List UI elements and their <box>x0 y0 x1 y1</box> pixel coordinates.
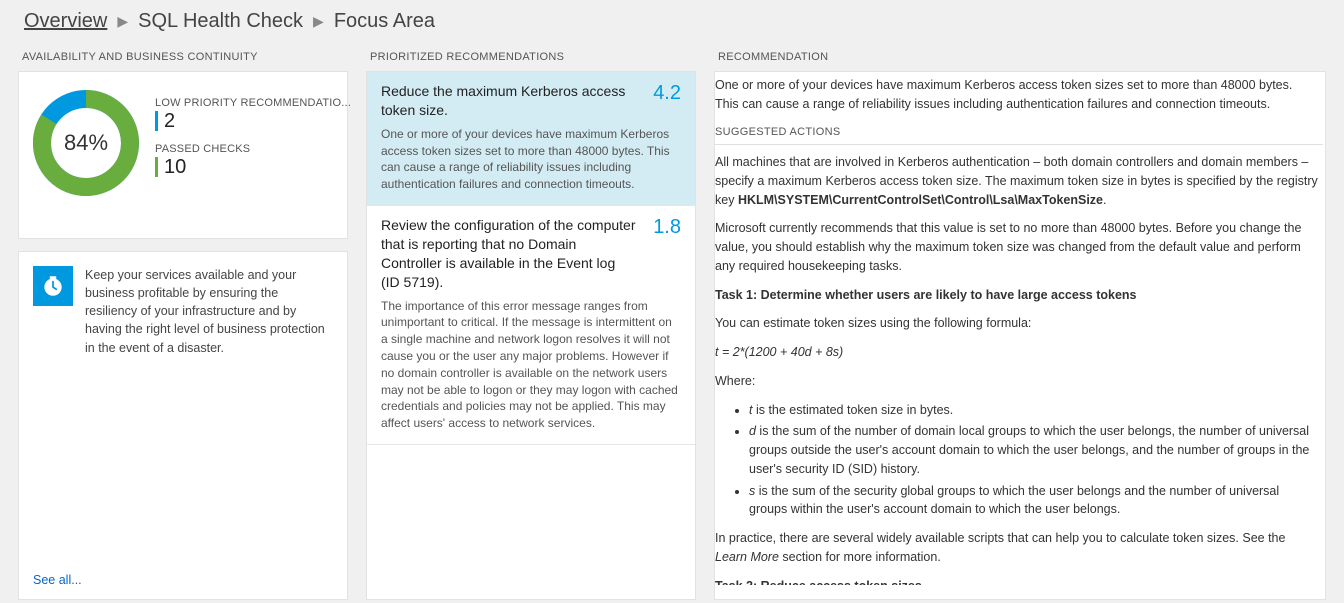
breadcrumb-focus-area: Focus Area <box>334 10 435 33</box>
passed-value: 10 <box>155 157 351 177</box>
list-item: d is the sum of the number of domain loc… <box>749 422 1319 478</box>
recommendation-detail: One or more of your devices have maximum… <box>714 71 1326 600</box>
where-label: Where: <box>715 372 1323 391</box>
detail-intro: One or more of your devices have maximum… <box>715 76 1323 114</box>
breadcrumb-sql-health[interactable]: SQL Health Check <box>138 10 303 33</box>
recommendation-item[interactable]: Review the configuration of the computer… <box>367 206 695 445</box>
list-item: s is the sum of the security global grou… <box>749 482 1319 520</box>
detail-p2: Microsoft currently recommends that this… <box>715 219 1323 275</box>
availability-desc-card: Keep your services available and your bu… <box>18 251 348 600</box>
task1-heading: Task 1: Determine whether users are like… <box>715 286 1323 305</box>
detail-p1: All machines that are involved in Kerber… <box>715 153 1323 209</box>
col3-header: RECOMMENDATION <box>714 45 1326 71</box>
breadcrumb-overview[interactable]: Overview <box>24 10 107 33</box>
detail-p3: You can estimate token sizes using the f… <box>715 314 1323 333</box>
rec-title: Reduce the maximum Kerberos access token… <box>381 82 681 120</box>
donut-percent: 84% <box>31 88 141 198</box>
recommendations-list: Reduce the maximum Kerberos access token… <box>366 71 696 600</box>
suggested-actions-label: SUGGESTED ACTIONS <box>715 124 1323 141</box>
donut-chart: 84% <box>31 88 141 198</box>
col2-header: PRIORITIZED RECOMMENDATIONS <box>366 45 696 71</box>
rec-desc: The importance of this error message ran… <box>381 298 681 432</box>
rec-title: Review the configuration of the computer… <box>381 216 681 292</box>
chevron-right-icon: ▶ <box>117 13 128 30</box>
see-all-link[interactable]: See all... <box>33 573 82 587</box>
formula: t = 2*(1200 + 40d + 8s) <box>715 343 1323 362</box>
passed-label: PASSED CHECKS <box>155 143 351 155</box>
detail-p4: In practice, there are several widely av… <box>715 529 1323 567</box>
availability-stats-card[interactable]: 84% LOW PRIORITY RECOMMENDATIO... 2 PASS… <box>18 71 348 239</box>
low-priority-value: 2 <box>155 111 351 131</box>
list-item: t is the estimated token size in bytes. <box>749 401 1319 420</box>
task2-heading: Task 2: Reduce access token sizes <box>715 577 1323 586</box>
clock-icon <box>33 266 73 306</box>
rec-desc: One or more of your devices have maximum… <box>381 126 681 193</box>
divider <box>715 144 1323 145</box>
recommendation-item[interactable]: Reduce the maximum Kerberos access token… <box>367 72 695 206</box>
rec-score: 4.2 <box>653 82 681 105</box>
rec-score: 1.8 <box>653 216 681 239</box>
low-priority-label: LOW PRIORITY RECOMMENDATIO... <box>155 97 351 109</box>
breadcrumb: Overview ▶ SQL Health Check ▶ Focus Area <box>0 0 1344 45</box>
chevron-right-icon: ▶ <box>313 13 324 30</box>
col1-header: AVAILABILITY AND BUSINESS CONTINUITY <box>18 45 348 71</box>
variable-list: t is the estimated token size in bytes. … <box>715 401 1323 520</box>
availability-description: Keep your services available and your bu… <box>85 266 333 585</box>
